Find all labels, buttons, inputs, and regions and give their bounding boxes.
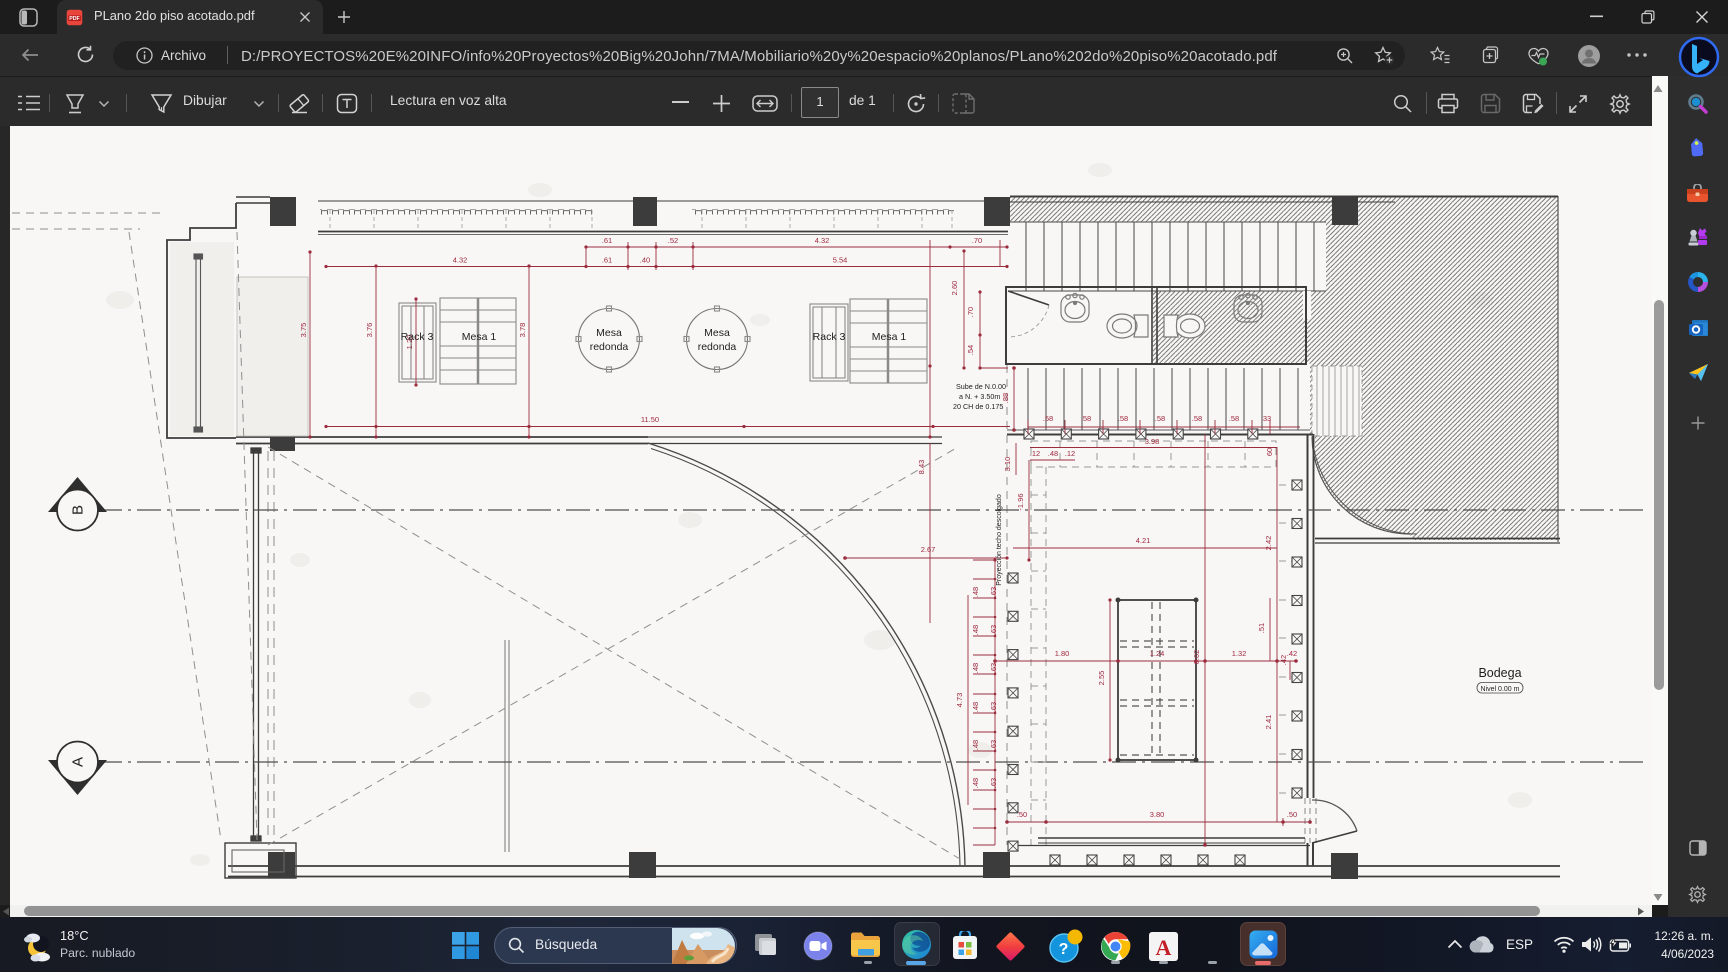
svg-text:.58: .58 — [1081, 414, 1091, 423]
svg-text:8.43: 8.43 — [917, 460, 926, 475]
svg-text:Nivel 0.00 m: Nivel 0.00 m — [1481, 686, 1520, 693]
svg-text:4.21: 4.21 — [1136, 536, 1151, 545]
svg-text:a N. + 3.50m: a N. + 3.50m — [959, 392, 1000, 401]
svg-text:.42: .42 — [1287, 649, 1297, 658]
svg-text:.48: .48 — [971, 625, 980, 635]
svg-text:.58: .58 — [1192, 414, 1202, 423]
svg-text:2.67: 2.67 — [921, 545, 936, 554]
svg-text:.48: .48 — [971, 740, 980, 750]
svg-text:.52: .52 — [668, 236, 678, 245]
svg-text:.63: .63 — [989, 702, 998, 712]
svg-text:PDF: PDF — [69, 16, 80, 22]
svg-text:2.55: 2.55 — [1097, 671, 1106, 686]
svg-text:redonda: redonda — [590, 341, 629, 353]
svg-text:.63: .63 — [989, 663, 998, 673]
svg-text:.50: .50 — [1287, 810, 1297, 819]
svg-text:.61: .61 — [602, 256, 612, 265]
svg-text:.61: .61 — [602, 236, 612, 245]
svg-text:.58: .58 — [1043, 414, 1053, 423]
svg-text:.33: .33 — [1261, 414, 1271, 423]
svg-text:4.73: 4.73 — [955, 693, 964, 708]
svg-text:6.02: 6.02 — [1192, 650, 1201, 665]
svg-text:1.24: 1.24 — [1150, 649, 1165, 658]
svg-text:3.75: 3.75 — [299, 323, 308, 338]
svg-text:.48: .48 — [971, 778, 980, 788]
svg-text:1.80: 1.80 — [1055, 649, 1070, 658]
svg-text:B: B — [70, 505, 87, 515]
svg-text:Mesa: Mesa — [596, 327, 622, 339]
svg-text:.12: .12 — [1065, 449, 1075, 458]
svg-text:4.32: 4.32 — [453, 256, 468, 265]
svg-text:.48: .48 — [1048, 449, 1058, 458]
svg-text:-1.96: -1.96 — [1016, 493, 1025, 510]
svg-text:2.41: 2.41 — [1264, 715, 1273, 730]
svg-text:Mesa 1: Mesa 1 — [872, 331, 907, 343]
svg-text:Rack 3: Rack 3 — [401, 331, 434, 343]
svg-text:A: A — [70, 757, 87, 767]
svg-text:.63: .63 — [989, 587, 998, 597]
svg-text:4.32: 4.32 — [815, 236, 830, 245]
svg-text:Proyección techo descolgado: Proyección techo descolgado — [996, 494, 1003, 586]
svg-text:5.54: 5.54 — [833, 256, 848, 265]
svg-text:.50: .50 — [1017, 810, 1027, 819]
svg-text:3.10: 3.10 — [1003, 457, 1012, 472]
svg-text:.58: .58 — [1118, 414, 1128, 423]
svg-text:.54: .54 — [966, 345, 975, 355]
svg-text:.58: .58 — [1155, 414, 1165, 423]
svg-text:.63: .63 — [989, 740, 998, 750]
svg-text:.12: .12 — [1030, 449, 1040, 458]
svg-text:60: 60 — [1265, 448, 1274, 456]
svg-text:Mesa: Mesa — [704, 327, 730, 339]
svg-text:A: A — [1156, 935, 1172, 960]
svg-text:2.60: 2.60 — [950, 281, 959, 296]
svg-text:Mesa 1: Mesa 1 — [462, 331, 497, 343]
svg-text:11.50: 11.50 — [641, 415, 659, 424]
svg-text:.58: .58 — [1229, 414, 1239, 423]
svg-text:redonda: redonda — [698, 341, 737, 353]
svg-text:3.98: 3.98 — [1145, 437, 1160, 446]
svg-text:1.32: 1.32 — [1232, 649, 1247, 658]
svg-text:3.78: 3.78 — [518, 323, 527, 338]
svg-text:.48: .48 — [971, 587, 980, 597]
svg-text:3.76: 3.76 — [365, 323, 374, 338]
svg-text:20 CH de 0.175: 20 CH de 0.175 — [953, 402, 1003, 411]
svg-text:Sube de N.0.00: Sube de N.0.00 — [956, 382, 1006, 391]
svg-text:Rack 3: Rack 3 — [813, 331, 846, 343]
svg-text:.40: .40 — [640, 256, 650, 265]
svg-text:?: ? — [1059, 941, 1069, 958]
svg-text:Bodega: Bodega — [1478, 666, 1521, 680]
svg-text:.48: .48 — [971, 663, 980, 673]
svg-text:.42: .42 — [1279, 655, 1288, 665]
svg-text:.51: .51 — [1257, 623, 1266, 633]
svg-text:.63: .63 — [989, 625, 998, 635]
svg-text:3.80: 3.80 — [1150, 810, 1165, 819]
svg-text:.70: .70 — [966, 307, 975, 317]
svg-text:.48: .48 — [971, 702, 980, 712]
svg-text:.70: .70 — [972, 236, 982, 245]
svg-text:2.42: 2.42 — [1264, 536, 1273, 551]
svg-text:.63: .63 — [989, 778, 998, 788]
